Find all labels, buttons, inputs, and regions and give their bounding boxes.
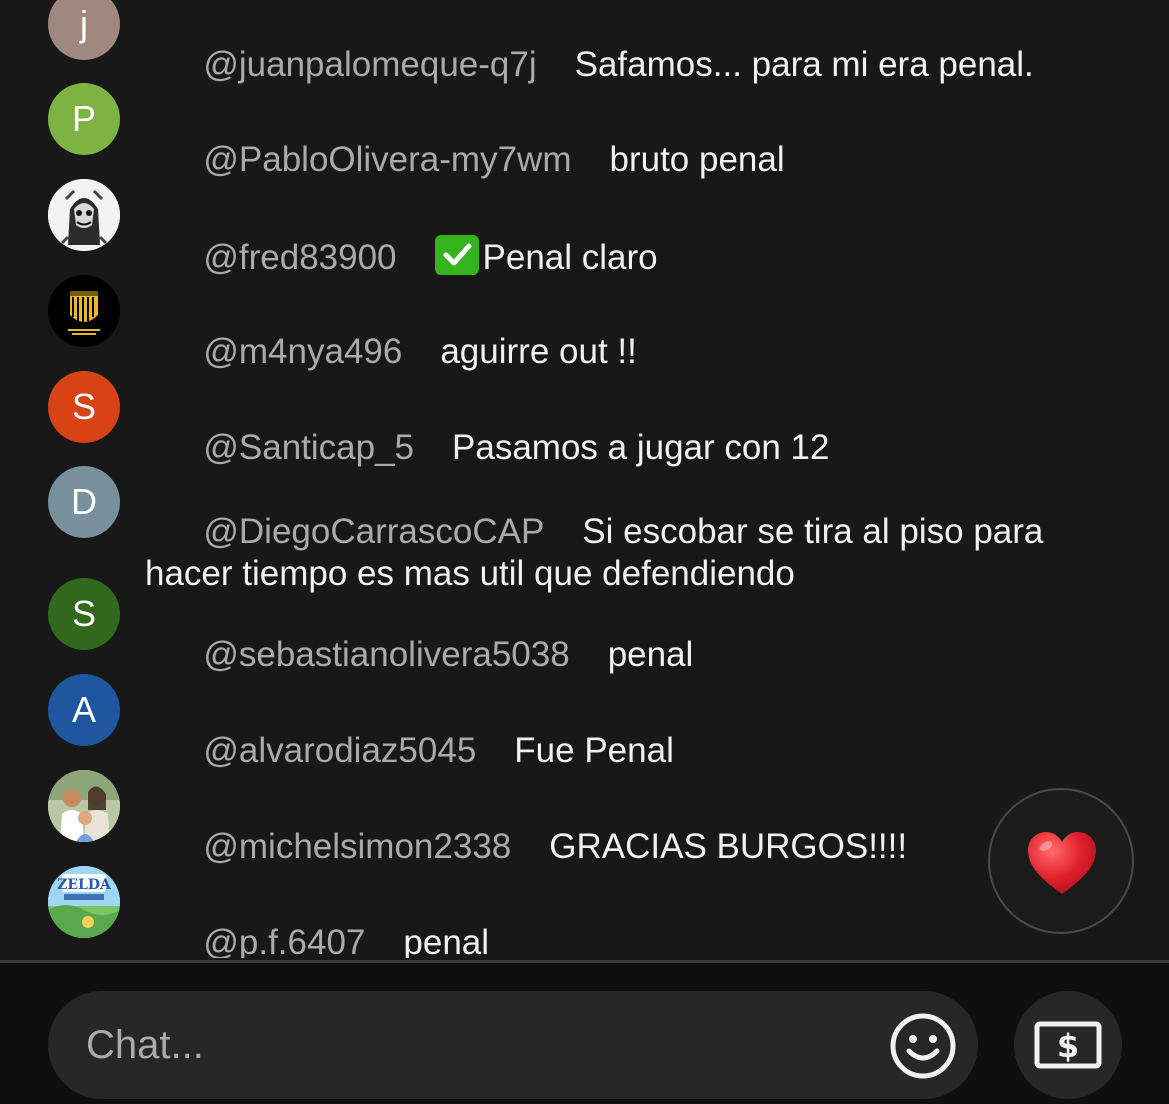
avatar[interactable] — [48, 275, 120, 347]
chat-message-list[interactable]: j @juanpalomeque-q7j Safamos... para mi e… — [0, 0, 1169, 958]
check-mark-icon — [434, 235, 479, 275]
zelda-game-art-icon: ZELDA — [48, 866, 120, 938]
svg-text:$: $ — [1057, 1027, 1079, 1065]
avatar-letter: D — [71, 481, 97, 522]
avatar-letter: j — [80, 3, 88, 44]
avatar[interactable]: P — [48, 83, 120, 155]
heart-icon — [1028, 832, 1096, 894]
avatar[interactable] — [48, 770, 120, 842]
dollar-bill-icon: $ — [1034, 1021, 1102, 1069]
avatar-letter: P — [71, 98, 96, 139]
message-text: Penal claro — [482, 238, 658, 277]
heart-reaction-button[interactable] — [988, 788, 1134, 934]
message-text: penal — [607, 635, 694, 674]
chat-input[interactable]: Chat... — [48, 991, 978, 1099]
smiley-icon — [890, 1013, 956, 1079]
chat-input-placeholder: Chat... — [86, 1023, 204, 1067]
author-name[interactable]: @alvarodiaz5045 — [203, 731, 476, 770]
avatar-letter: A — [71, 689, 96, 730]
avatar[interactable]: S — [48, 371, 120, 443]
message-text: Fue Penal — [514, 731, 674, 770]
avatar-letter: S — [71, 386, 96, 427]
avatar[interactable]: S — [48, 578, 120, 650]
author-name[interactable]: @PabloOlivera-my7wm — [203, 140, 571, 179]
message-text: penal — [403, 923, 490, 958]
author-name[interactable]: @DiegoCarrascoCAP — [203, 512, 544, 551]
avatar[interactable]: D — [48, 466, 120, 538]
message-text: Pasamos a jugar con 12 — [452, 428, 830, 467]
author-name[interactable]: @fred83900 — [203, 238, 396, 277]
emoji-button[interactable] — [888, 1011, 958, 1081]
author-name[interactable]: @m4nya496 — [203, 332, 402, 371]
message-text: GRACIAS BURGOS!!!! — [549, 827, 908, 866]
family-photo-icon — [48, 770, 120, 842]
author-name[interactable]: @michelsimon2338 — [203, 827, 511, 866]
chat-footer: Chat... $ — [0, 963, 1169, 1104]
svg-text:ZELDA: ZELDA — [57, 877, 112, 893]
joker-photo-icon — [48, 179, 120, 251]
message-text: bruto penal — [609, 140, 785, 179]
super-chat-button[interactable]: $ — [1014, 991, 1122, 1099]
author-name[interactable]: @Santicap_5 — [203, 428, 414, 467]
author-name[interactable]: @p.f.6407 — [203, 923, 365, 958]
avatar[interactable] — [48, 179, 120, 251]
avatar[interactable]: A — [48, 674, 120, 746]
club-crest-icon — [48, 275, 120, 347]
message-text: Safamos... para mi era penal. — [574, 45, 1034, 84]
author-name[interactable]: @sebastianolivera5038 — [203, 635, 569, 674]
avatar[interactable]: ZELDA — [48, 866, 120, 938]
author-name[interactable]: @juanpalomeque-q7j — [203, 45, 536, 84]
message-text: aguirre out !! — [440, 332, 637, 371]
avatar-letter: S — [71, 593, 96, 634]
avatar[interactable]: j — [48, 0, 120, 60]
